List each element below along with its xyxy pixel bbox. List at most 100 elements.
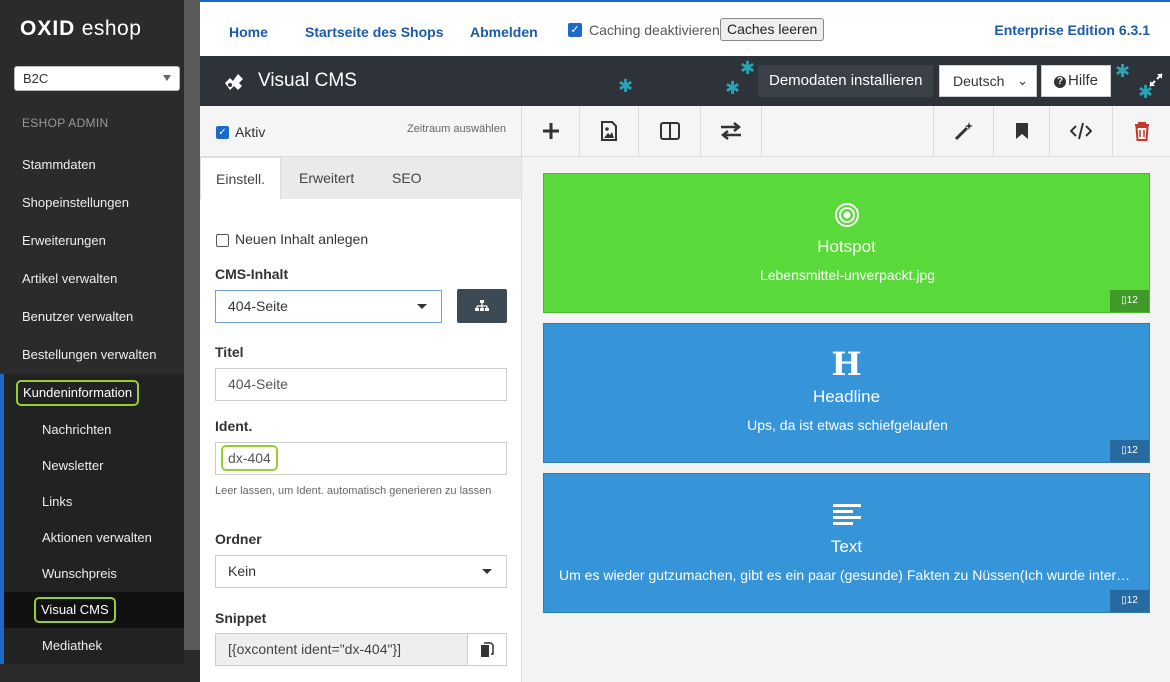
- text-widget[interactable]: Text Um es wieder gutzumachen, gibt es e…: [543, 473, 1150, 613]
- sidebar-item-artikel[interactable]: Artikel verwalten: [0, 260, 184, 298]
- widget-title: Hotspot: [817, 237, 876, 256]
- admin-sidebar: OXID eshop B2C ESHOP ADMIN Stammdaten Sh…: [0, 0, 200, 682]
- trash-icon: [1134, 121, 1149, 141]
- plus-icon: [542, 123, 559, 139]
- ident-help-text: Leer lassen, um Ident. automatisch gener…: [215, 485, 492, 497]
- target-icon: [544, 202, 1149, 228]
- swap-button[interactable]: [701, 106, 762, 156]
- fullscreen-icon[interactable]: [1148, 72, 1164, 88]
- ident-input[interactable]: dx-404: [215, 442, 507, 475]
- chevron-down-icon: [482, 569, 492, 574]
- code-view-button[interactable]: [1050, 106, 1113, 156]
- headline-glyph: H: [831, 345, 862, 383]
- sidebar-nav: Stammdaten Shopeinstellungen Erweiterung…: [0, 146, 184, 664]
- logout-link[interactable]: Abmelden: [470, 24, 538, 40]
- logo-text: eshop: [81, 17, 142, 40]
- new-content-label: Neuen Inhalt anlegen: [235, 231, 369, 247]
- sidebar-item-bestellungen[interactable]: Bestellungen verwalten: [0, 336, 184, 374]
- chevron-down-icon: ⌄: [1017, 73, 1028, 88]
- visual-cms-canvas: Hotspot Lebensmittel-unverpackt.jpg ▯12 …: [522, 157, 1170, 682]
- left-panel-header: ✓ Aktiv Zeitraum auswählen: [200, 106, 522, 157]
- oxid-logo[interactable]: OXID eshop: [20, 17, 141, 41]
- column-width-value: 12: [1126, 445, 1138, 456]
- column-width-badge: ▯12: [1110, 290, 1149, 312]
- select-timerange-link[interactable]: Zeitraum auswählen: [407, 123, 506, 135]
- chevron-down-icon: [417, 304, 427, 309]
- sitemap-button[interactable]: [457, 289, 507, 323]
- sidebar-item-benutzer[interactable]: Benutzer verwalten: [0, 298, 184, 336]
- widget-title: Text: [830, 537, 863, 556]
- active-checkbox[interactable]: ✓: [216, 126, 229, 139]
- magic-wand-icon: [954, 122, 973, 141]
- shop-select-value: B2C: [23, 71, 49, 86]
- widget-subtitle: Lebensmittel-unverpackt.jpg: [759, 267, 936, 283]
- puzzle-icon: ✱: [1115, 61, 1131, 81]
- sidebar-subitem-wunschpreis[interactable]: Wunschpreis: [4, 556, 184, 592]
- sidebar-subitem-mediathek[interactable]: Mediathek: [4, 628, 184, 664]
- cms-content-label: CMS-Inhalt: [215, 266, 289, 282]
- visual-cms-header: Visual CMS ✱ ✱ ✱ ✱ ✱ Demodaten installie…: [200, 56, 1170, 106]
- chevron-down-icon: [163, 75, 171, 81]
- shop-start-link[interactable]: Startseite des Shops: [305, 24, 444, 40]
- sitemap-icon: [475, 300, 489, 311]
- help-button-label: Hilfe: [1068, 72, 1099, 89]
- folder-label: Ordner: [215, 531, 262, 547]
- headline-widget[interactable]: H Headline Ups, da ist etwas schiefgelau…: [543, 323, 1150, 463]
- sidebar-item-stammdaten[interactable]: Stammdaten: [0, 146, 184, 184]
- snippet-label: Snippet: [215, 610, 267, 626]
- tab-einstellungen[interactable]: Einstell.: [200, 157, 282, 200]
- snippet-input[interactable]: [{oxcontent ident="dx-404"}]: [215, 633, 468, 666]
- bookmark-button[interactable]: [994, 106, 1050, 156]
- widget-title: Headline: [812, 387, 881, 406]
- help-button[interactable]: ? Hilfe: [1041, 65, 1111, 97]
- columns-icon: [659, 122, 680, 140]
- sidebar-subitem-aktionen[interactable]: Aktionen verwalten: [4, 520, 184, 556]
- swap-icon: [720, 122, 742, 140]
- logo-bold-text: OXID: [20, 17, 76, 40]
- magic-wand-button[interactable]: [933, 106, 994, 156]
- sidebar-subitem-nachrichten[interactable]: Nachrichten: [4, 412, 184, 448]
- widget-toolbar: [522, 106, 1170, 157]
- cms-content-select[interactable]: 404-Seite: [215, 290, 442, 323]
- copy-icon: [481, 641, 494, 657]
- puzzle-icon: ✱: [740, 58, 756, 78]
- delete-button[interactable]: [1113, 106, 1170, 156]
- sidebar-subitem-links[interactable]: Links: [4, 484, 184, 520]
- sidebar-subitem-visual-cms-label: Visual CMS: [34, 597, 116, 623]
- sidebar-group-kundeninformation: Kundeninformation Nachrichten Newsletter…: [0, 374, 184, 664]
- top-navigation-bar: Home Startseite des Shops Abmelden ✓ Cac…: [200, 0, 1170, 56]
- eshop-admin-heading: ESHOP ADMIN: [22, 116, 109, 130]
- widget-subtitle: Um es wieder gutzumachen, gibt es ein pa…: [559, 567, 1136, 583]
- folder-select[interactable]: Kein: [215, 555, 507, 588]
- add-widget-button[interactable]: [522, 106, 580, 156]
- sidebar-scrollbar[interactable]: [184, 0, 200, 650]
- folder-select-value: Kein: [228, 563, 257, 579]
- hotspot-widget[interactable]: Hotspot Lebensmittel-unverpackt.jpg ▯12: [543, 173, 1150, 313]
- home-link[interactable]: Home: [229, 24, 268, 40]
- caching-label: Caching deaktivieren: [589, 22, 720, 38]
- sidebar-item-kundeninformation[interactable]: Kundeninformation: [4, 374, 184, 412]
- install-demo-data-button[interactable]: Demodaten installieren: [758, 65, 934, 97]
- sidebar-item-shopeinstellungen[interactable]: Shopeinstellungen: [0, 184, 184, 222]
- code-icon: [1070, 122, 1092, 140]
- question-circle-icon: ?: [1054, 76, 1066, 88]
- sidebar-item-erweiterungen[interactable]: Erweiterungen: [0, 222, 184, 260]
- sidebar-subitem-newsletter[interactable]: Newsletter: [4, 448, 184, 484]
- caching-checkbox[interactable]: ✓: [568, 23, 582, 37]
- tab-erweitert[interactable]: Erweitert: [284, 157, 369, 199]
- settings-tabs: Einstell. Erweitert SEO: [200, 157, 522, 200]
- title-input[interactable]: 404-Seite: [215, 368, 507, 401]
- new-content-checkbox[interactable]: [216, 234, 229, 247]
- language-select-value: Deutsch: [953, 73, 1005, 89]
- tab-seo[interactable]: SEO: [377, 157, 437, 199]
- add-image-button[interactable]: [580, 106, 639, 156]
- bookmark-icon: [1015, 123, 1028, 139]
- language-select[interactable]: Deutsch ⌄: [939, 65, 1037, 97]
- copy-snippet-button[interactable]: [467, 633, 507, 666]
- sidebar-subitem-visual-cms[interactable]: Visual CMS: [4, 592, 184, 628]
- image-icon: [601, 121, 617, 141]
- ident-input-value: dx-404: [221, 445, 278, 471]
- add-columns-button[interactable]: [639, 106, 701, 156]
- clear-caches-button[interactable]: Caches leeren: [720, 18, 825, 41]
- shop-select[interactable]: B2C: [14, 66, 180, 91]
